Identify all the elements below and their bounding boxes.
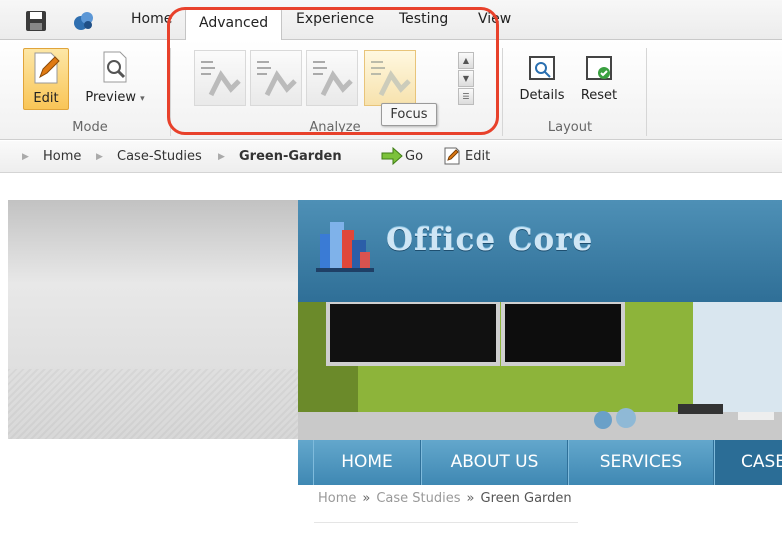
group-divider [646, 48, 647, 136]
reset-icon [586, 56, 612, 80]
site-preview: Office Core HOME ABOUT US SERVICES CASE [298, 200, 782, 533]
breadcrumb-arrow-icon: ▶ [96, 152, 103, 162]
site-crumb-case-studies[interactable]: Case Studies [376, 491, 460, 506]
preview-label: Preview ▾ [85, 90, 145, 105]
reset-button[interactable]: Reset [576, 54, 622, 103]
analyze-highlight-box [167, 7, 499, 135]
nav-item-case[interactable]: CASE [714, 440, 782, 485]
sitecore-page-editor: Home Advanced Experience Testing View Ed… [0, 0, 782, 533]
chevron-down-icon: ▾ [140, 94, 145, 104]
details-button[interactable]: Details [516, 54, 568, 103]
office-photo-icon [298, 300, 782, 440]
edit-note-icon [442, 146, 462, 170]
site-nav: HOME ABOUT US SERVICES CASE [298, 440, 782, 485]
site-crumb-home[interactable]: Home [318, 491, 356, 506]
site-breadcrumb: Home » Case Studies » Green Garden [318, 491, 572, 506]
preview-icon [103, 51, 127, 83]
buildings-logo-icon [316, 222, 374, 272]
mode-group-label: Mode [72, 120, 108, 135]
edit-mode-button[interactable]: Edit [23, 48, 69, 110]
breadcrumb: ▶ Home ▶ Case-Studies ▶ Green-Garden Go … [0, 141, 782, 173]
breadcrumb-item-case-studies[interactable]: Case-Studies [117, 149, 202, 164]
site-crumb-current: Green Garden [480, 491, 572, 506]
focus-tooltip: Focus [381, 103, 437, 126]
breadcrumb-arrow-icon: ▶ [218, 152, 225, 162]
details-label: Details [519, 88, 565, 103]
save-icon[interactable] [24, 9, 48, 33]
edit-icon [34, 52, 60, 84]
site-crumb-separator: » [362, 491, 371, 506]
edit-link[interactable]: Edit [465, 149, 490, 164]
site-header: Office Core [298, 200, 782, 302]
breadcrumb-item-current[interactable]: Green-Garden [239, 149, 342, 164]
layout-group-label: Layout [547, 120, 593, 135]
sitecore-logo-icon[interactable] [72, 9, 96, 33]
site-logo-text[interactable]: Office Core [386, 222, 593, 258]
details-icon [529, 56, 555, 80]
reset-label: Reset [580, 88, 618, 103]
breadcrumb-item-home[interactable]: Home [43, 149, 81, 164]
content-divider [314, 522, 578, 523]
site-crumb-separator: » [466, 491, 475, 506]
page-placeholder-left [8, 200, 298, 439]
nav-item-services[interactable]: SERVICES [568, 440, 714, 485]
go-button[interactable]: Go [405, 149, 423, 164]
group-divider [502, 48, 503, 136]
hero-image [298, 300, 782, 440]
preview-button[interactable]: Preview ▾ [80, 50, 150, 105]
go-arrow-icon [381, 146, 403, 169]
nav-item-about-us[interactable]: ABOUT US [421, 440, 568, 485]
breadcrumb-arrow-icon: ▶ [22, 152, 29, 162]
nav-item-home[interactable]: HOME [313, 440, 421, 485]
edit-label: Edit [33, 91, 59, 106]
